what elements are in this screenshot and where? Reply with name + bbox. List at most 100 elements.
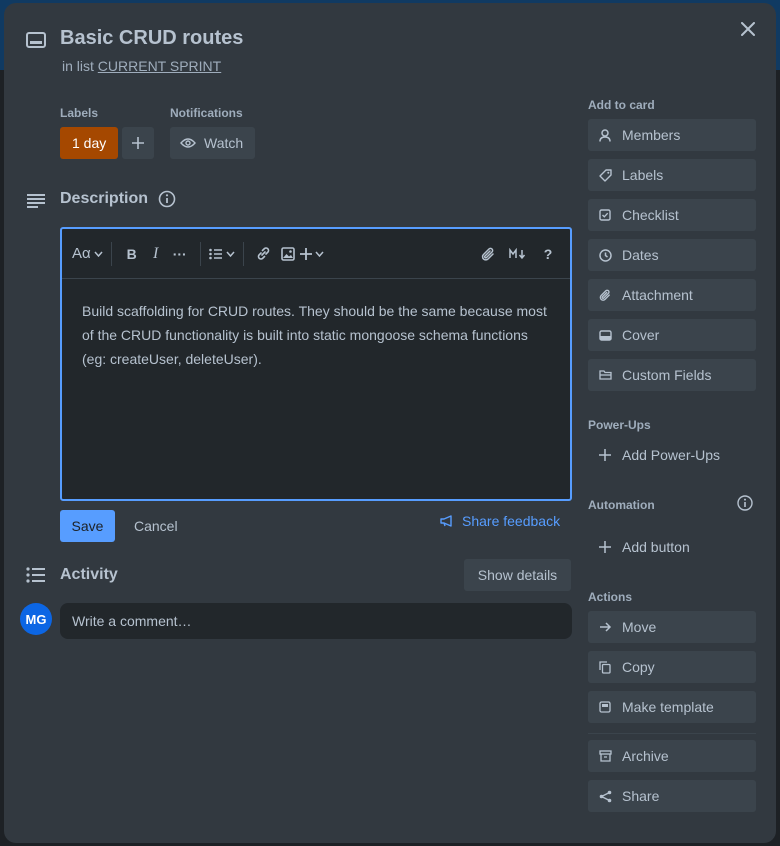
image-button[interactable] [276,240,300,268]
link-button[interactable] [252,240,276,268]
watch-button[interactable]: Watch [170,127,255,159]
copy-icon [598,660,612,674]
bold-label: B [126,245,137,262]
insert-button[interactable] [299,240,324,268]
arrow-right-icon [598,620,612,634]
editor-toolbar: Aα B I ··· ? [62,229,570,279]
actions-divider [588,733,756,734]
cancel-button[interactable]: Cancel [126,510,186,542]
list-link[interactable]: CURRENT SPRINT [98,58,221,74]
paperclip-icon [598,288,612,302]
plus-icon [598,540,612,554]
checklist-icon [598,208,612,222]
cover-button[interactable]: Cover [588,319,756,351]
custom-fields-icon [598,368,612,382]
attachment-button[interactable] [476,240,500,268]
link-icon [257,247,270,260]
copy-label: Copy [622,659,655,675]
close-icon [741,22,755,36]
clock-icon [598,248,612,262]
add-button-button[interactable]: Add button [588,531,756,563]
description-heading: Description [60,190,149,207]
plus-icon [299,247,312,260]
move-button[interactable]: Move [588,611,756,643]
paperclip-icon [481,247,494,261]
archive-icon [598,749,612,763]
custom-fields-button[interactable]: Custom Fields [588,359,756,391]
in-list-prefix: in list [62,58,94,74]
close-button[interactable] [734,15,762,43]
checklist-button[interactable]: Checklist [588,199,756,231]
actions-heading: Actions [588,590,633,604]
person-icon [598,128,612,142]
save-button[interactable]: Save [60,510,115,542]
template-icon [598,700,612,714]
archive-label: Archive [622,748,669,764]
eye-icon [180,138,196,148]
comment-input[interactable]: Write a comment… [60,603,572,639]
markdown-button[interactable] [506,240,530,268]
archive-button[interactable]: Archive [588,740,756,772]
description-text[interactable]: Build scaffolding for CRUD routes. They … [62,279,570,391]
share-feedback-link[interactable]: Share feedback [440,513,560,529]
watch-label: Watch [204,135,244,151]
labels-label: Labels [622,167,664,183]
italic-button[interactable]: I [144,240,168,268]
italic-label: I [153,244,159,262]
add-power-ups-button[interactable]: Add Power-Ups [588,439,756,471]
notifications-heading: Notifications [170,106,243,120]
checklist-label: Checklist [622,207,679,223]
help-button[interactable]: ? [536,240,560,268]
markdown-icon [509,248,526,260]
make-template-label: Make template [622,699,714,715]
help-label: ? [543,246,553,262]
toolbar-divider [242,241,244,266]
attachment-label: Attachment [622,287,693,303]
bullet-list-icon [208,248,222,259]
cover-label: Cover [622,327,660,343]
members-button[interactable]: Members [588,119,756,151]
add-label-button[interactable] [122,127,154,159]
more-formatting-button[interactable]: ··· [168,240,192,268]
tag-icon [598,168,612,182]
plus-icon [132,137,144,149]
info-icon[interactable] [158,190,176,208]
more-label: ··· [172,245,187,262]
share-button[interactable]: Share [588,780,756,812]
share-label: Share [622,788,660,804]
labels-heading: Labels [60,106,99,120]
activity-heading: Activity [60,566,118,583]
plus-icon [598,448,612,462]
move-label: Move [622,619,657,635]
show-details-button[interactable]: Show details [464,559,571,591]
info-icon[interactable] [737,495,753,511]
description-icon [26,193,46,209]
make-template-button[interactable]: Make template [588,691,756,723]
dates-button[interactable]: Dates [588,239,756,271]
megaphone-icon [440,515,452,527]
avatar[interactable]: MG [20,603,52,635]
custom-fields-label: Custom Fields [622,367,712,383]
add-button-label: Add button [622,539,690,555]
chevron-down-icon [94,251,103,257]
chevron-down-icon [226,251,235,257]
text-style-label: Aα [72,245,91,262]
toolbar-divider [110,241,112,266]
description-editor: Aα B I ··· ? Build scaffolding for CRUD … [60,227,572,501]
labels-button[interactable]: Labels [588,159,756,191]
attachment-sidebar-button[interactable]: Attachment [588,279,756,311]
toolbar-divider [199,241,201,266]
list-button[interactable] [208,240,235,268]
chevron-down-icon [315,251,324,257]
dates-label: Dates [622,247,659,263]
card-detail-modal: Basic CRUD routes in list CURRENT SPRINT… [4,3,776,843]
list-reference: in list CURRENT SPRINT [62,58,221,74]
label-chip[interactable]: 1 day [60,127,119,159]
image-icon [280,246,295,261]
toolbar-right-group: ? [476,240,560,268]
add-to-card-heading: Add to card [588,98,655,112]
card-title[interactable]: Basic CRUD routes [60,27,243,50]
bold-button[interactable]: B [120,240,144,268]
copy-button[interactable]: Copy [588,651,756,683]
text-style-button[interactable]: Aα [72,240,103,268]
